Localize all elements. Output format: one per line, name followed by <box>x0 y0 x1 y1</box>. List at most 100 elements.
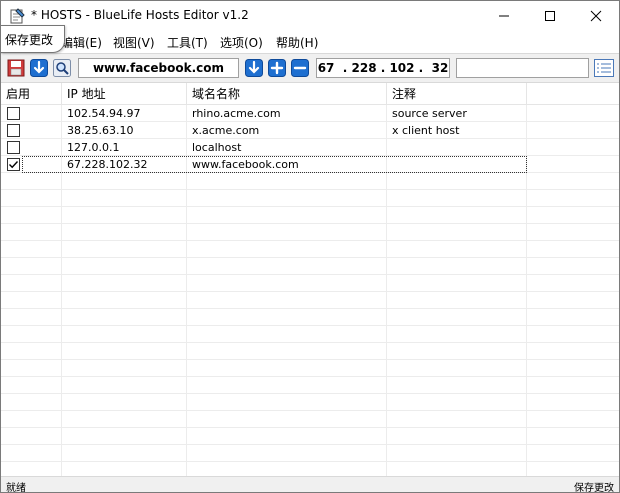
ip-cell: 127.0.0.1 <box>62 139 187 156</box>
minimize-button[interactable] <box>481 1 527 31</box>
enabled-checkbox[interactable] <box>7 158 20 171</box>
search-button[interactable] <box>52 58 72 78</box>
menu-help[interactable]: 帮助(H) <box>276 34 318 51</box>
empty-cell <box>1 462 62 476</box>
column-comment[interactable]: 注释 <box>387 83 527 105</box>
empty-cell <box>387 275 527 292</box>
empty-cell <box>62 445 187 462</box>
column-enabled[interactable]: 启用 <box>1 83 62 105</box>
empty-cell <box>387 462 527 476</box>
column-ip[interactable]: IP 地址 <box>62 83 187 105</box>
empty-cell <box>387 360 527 377</box>
focus-rectangle <box>22 156 527 173</box>
menu-tools[interactable]: 工具(T) <box>167 34 208 51</box>
empty-cell <box>387 309 527 326</box>
maximize-button[interactable] <box>527 1 573 31</box>
enabled-checkbox[interactable] <box>7 124 20 137</box>
close-icon <box>590 10 602 22</box>
minus-icon <box>291 59 309 77</box>
empty-cell <box>62 326 187 343</box>
empty-row <box>1 462 619 476</box>
menu-options[interactable]: 选项(O) <box>220 34 263 51</box>
empty-cell <box>187 343 387 360</box>
empty-row <box>1 360 619 377</box>
save-icon <box>7 59 25 77</box>
empty-cell <box>387 377 527 394</box>
minimize-icon <box>499 15 509 17</box>
add-entry-button[interactable] <box>267 58 287 78</box>
enabled-checkbox[interactable] <box>7 141 20 154</box>
menu-view[interactable]: 视图(V) <box>113 34 155 51</box>
save-tooltip: 保存更改 <box>1 25 65 53</box>
menu-edit[interactable]: 编辑(E) <box>61 34 102 51</box>
domain-cell: localhost <box>187 139 387 156</box>
enabled-checkbox[interactable] <box>7 107 20 120</box>
empty-cell <box>62 377 187 394</box>
comment-input[interactable] <box>456 58 589 78</box>
table-row[interactable]: 102.54.94.97 rhino.acme.com source serve… <box>1 105 619 122</box>
empty-cell <box>62 275 187 292</box>
empty-cell <box>1 377 62 394</box>
empty-cell <box>187 377 387 394</box>
status-hint: 保存更改 <box>574 483 614 493</box>
empty-cell <box>187 258 387 275</box>
empty-cell <box>387 411 527 428</box>
arrow-down-icon <box>245 59 263 77</box>
empty-cell <box>62 207 187 224</box>
empty-cell <box>187 360 387 377</box>
empty-cell <box>62 241 187 258</box>
notepad-icon <box>9 8 25 24</box>
empty-cell <box>187 207 387 224</box>
empty-cell <box>62 411 187 428</box>
empty-cell <box>187 445 387 462</box>
empty-cell <box>1 394 62 411</box>
empty-cell <box>187 394 387 411</box>
ip-address-input[interactable] <box>316 58 450 78</box>
empty-cell <box>187 275 387 292</box>
empty-cell <box>62 309 187 326</box>
list-icon <box>594 59 614 77</box>
empty-row <box>1 411 619 428</box>
status-bar: 就绪 保存更改 <box>1 476 619 493</box>
add-from-ip-button[interactable] <box>244 58 264 78</box>
table-row[interactable]: 67.228.102.32 www.facebook.com <box>1 156 619 173</box>
checkmark-icon <box>9 161 19 169</box>
empty-cell <box>387 190 527 207</box>
enabled-cell <box>1 105 62 122</box>
empty-cell <box>1 292 62 309</box>
empty-cell <box>1 207 62 224</box>
empty-cell <box>62 343 187 360</box>
comment-cell <box>387 139 527 156</box>
domain-input[interactable] <box>78 58 239 78</box>
table-row[interactable]: 127.0.0.1 localhost <box>1 139 619 156</box>
empty-cell <box>187 462 387 476</box>
enabled-cell <box>1 139 62 156</box>
empty-cell <box>187 224 387 241</box>
table-row[interactable]: 38.25.63.10 x.acme.com x client host <box>1 122 619 139</box>
list-view-button[interactable] <box>594 58 614 78</box>
empty-cell <box>1 326 62 343</box>
remove-entry-button[interactable] <box>290 58 310 78</box>
empty-cell <box>62 292 187 309</box>
empty-row <box>1 224 619 241</box>
save-button[interactable] <box>6 58 26 78</box>
close-button[interactable] <box>573 1 619 31</box>
empty-row <box>1 292 619 309</box>
import-button[interactable] <box>29 58 49 78</box>
empty-cell <box>1 241 62 258</box>
empty-cell <box>1 173 62 190</box>
empty-row <box>1 445 619 462</box>
empty-cell <box>387 258 527 275</box>
empty-row <box>1 309 619 326</box>
empty-cell <box>187 190 387 207</box>
empty-cell <box>1 309 62 326</box>
maximize-icon <box>545 11 555 21</box>
empty-cell <box>1 411 62 428</box>
column-domain[interactable]: 域名名称 <box>187 83 387 105</box>
empty-cell <box>62 394 187 411</box>
empty-cell <box>187 292 387 309</box>
enabled-cell <box>1 122 62 139</box>
arrow-down-icon <box>30 59 48 77</box>
empty-cell <box>387 207 527 224</box>
empty-row <box>1 173 619 190</box>
